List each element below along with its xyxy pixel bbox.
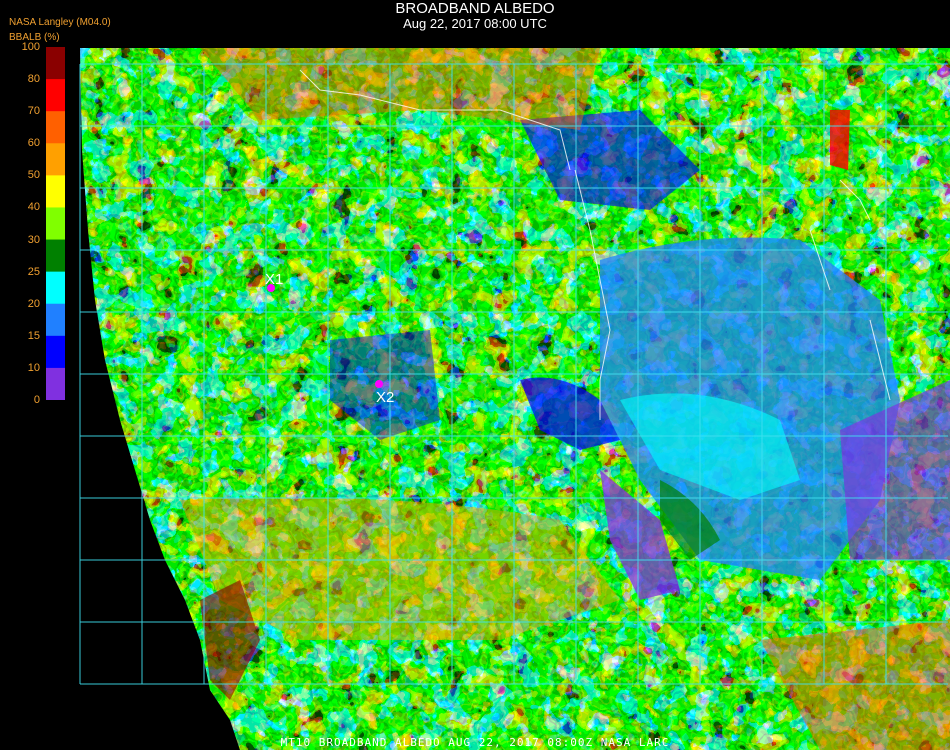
albedo-map: X1 X2 [79,48,950,750]
product-footer: MT10 BROADBAND ALBEDO AUG 22, 2017 08:00… [280,736,670,749]
marker-x1-label: X1 [265,271,283,288]
marker-x2-label: X2 [376,389,394,406]
